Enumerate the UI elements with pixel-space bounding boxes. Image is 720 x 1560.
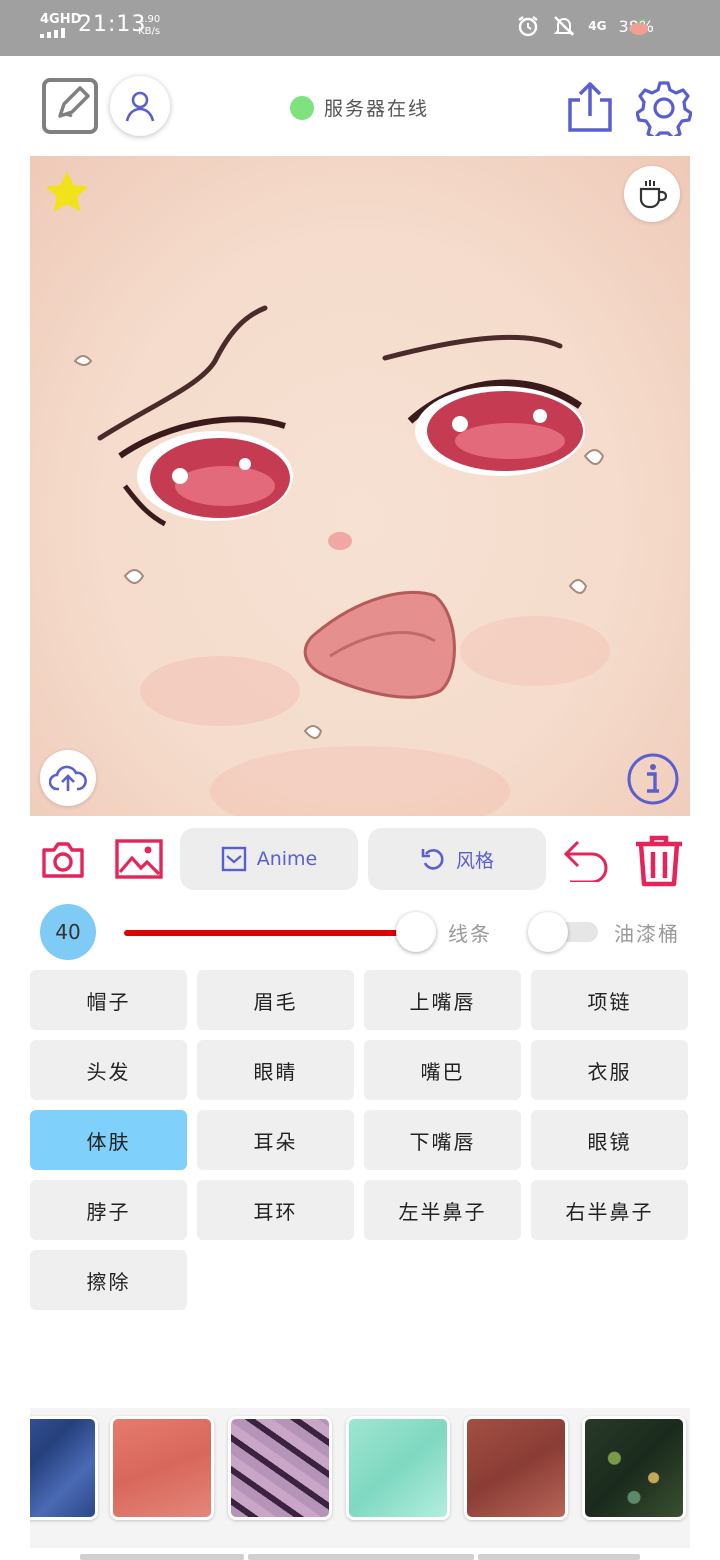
texture-swatch[interactable]	[346, 1416, 450, 1520]
clock: 21:13	[78, 12, 147, 37]
peach-icon	[630, 18, 648, 35]
undo-icon[interactable]	[562, 836, 614, 882]
image-gallery-icon[interactable]	[114, 838, 164, 880]
network-speed: 1.90 KB/s	[138, 14, 161, 37]
part-button[interactable]: 头发	[30, 1040, 187, 1100]
line-mode-label: 线条	[448, 922, 492, 946]
part-button[interactable]: 眼睛	[197, 1040, 354, 1100]
user-icon	[125, 91, 155, 122]
top-toolbar: 服务器在线	[0, 56, 720, 156]
brush-size-slider[interactable]	[124, 930, 416, 936]
share-button[interactable]	[566, 80, 614, 134]
trash-icon[interactable]	[634, 834, 684, 888]
part-button[interactable]: 右半鼻子	[531, 1180, 688, 1240]
anime-label: Anime	[256, 848, 318, 870]
part-button[interactable]: 耳朵	[197, 1110, 354, 1170]
drawing-canvas[interactable]	[30, 156, 690, 816]
part-button-selected[interactable]: 体肤	[30, 1110, 187, 1170]
part-button[interactable]: 上嘴唇	[364, 970, 521, 1030]
texture-swatch[interactable]	[30, 1416, 98, 1520]
texture-swatch[interactable]	[228, 1416, 332, 1520]
texture-swatch[interactable]	[464, 1416, 568, 1520]
part-button[interactable]: 项链	[531, 970, 688, 1030]
status-dot	[290, 95, 314, 120]
part-selector-grid: 帽子 眉毛 上嘴唇 项链 头发 眼睛 嘴巴 衣服 体肤 耳朵 下嘴唇 眼镜 脖子…	[30, 970, 690, 1310]
erase-button[interactable]: 擦除	[30, 1250, 187, 1310]
coffee-cup-button[interactable]	[624, 166, 680, 222]
settings-gear-icon[interactable]	[636, 80, 692, 136]
texture-swatch[interactable]	[582, 1416, 686, 1520]
coffee-cup-icon	[639, 180, 668, 209]
brush-size-badge: 40	[40, 904, 96, 960]
mute-icon	[553, 16, 575, 36]
part-button[interactable]: 嘴巴	[364, 1040, 521, 1100]
checkbox-icon	[221, 846, 246, 872]
server-status-label: 服务器在线	[324, 98, 430, 120]
cloud-upload-icon	[49, 765, 87, 791]
refresh-icon	[421, 849, 444, 870]
style-label: 风格	[455, 849, 494, 872]
action-row: Anime 风格	[0, 826, 720, 892]
edit-icon	[58, 86, 90, 118]
style-button[interactable]: 风格	[368, 828, 546, 890]
alarm-icon	[518, 16, 538, 37]
part-button[interactable]: 下嘴唇	[364, 1110, 521, 1170]
signal-bars-icon	[40, 28, 70, 38]
texture-swatch[interactable]	[110, 1416, 214, 1520]
part-button[interactable]: 衣服	[531, 1040, 688, 1100]
part-button[interactable]: 耳环	[197, 1180, 354, 1240]
anime-mode-button[interactable]: Anime	[180, 828, 358, 890]
network-type: 4GHD	[40, 12, 82, 27]
paint-bucket-label: 油漆桶	[614, 922, 680, 946]
part-button[interactable]: 眼镜	[531, 1110, 688, 1170]
cloud-upload-button[interactable]	[40, 750, 96, 806]
edit-canvas-button[interactable]	[42, 78, 98, 134]
cell-signal: 4G	[588, 19, 607, 33]
user-button[interactable]	[110, 76, 170, 136]
status-bar: 4GHD 21:13 1.90 KB/s 4G 38%	[0, 0, 720, 56]
scroll-indicator	[80, 1554, 640, 1560]
server-status: 服务器在线	[290, 94, 429, 121]
brush-controls: 40 线条 油漆桶	[0, 900, 720, 964]
texture-strip[interactable]	[30, 1408, 690, 1548]
star-icon[interactable]	[42, 168, 92, 218]
slider-thumb[interactable]	[396, 912, 436, 952]
info-icon[interactable]	[626, 752, 680, 806]
camera-icon[interactable]	[40, 840, 86, 880]
part-button[interactable]: 眉毛	[197, 970, 354, 1030]
paint-bucket-toggle[interactable]	[528, 912, 598, 952]
part-button[interactable]: 左半鼻子	[364, 1180, 521, 1240]
part-button[interactable]: 帽子	[30, 970, 187, 1030]
part-button[interactable]: 脖子	[30, 1180, 187, 1240]
generated-face-image	[73, 305, 605, 739]
